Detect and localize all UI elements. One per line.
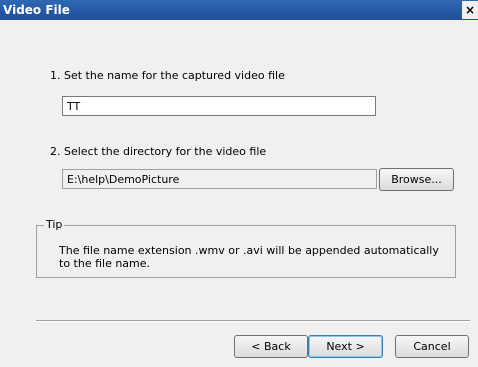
step1-label: 1. Set the name for the captured video f… — [50, 69, 285, 82]
tip-legend: Tip — [44, 218, 65, 231]
footer-separator — [36, 320, 470, 322]
back-button[interactable]: < Back — [234, 335, 308, 358]
video-name-input[interactable]: TT — [62, 96, 376, 116]
video-file-dialog: Video File × 1. Set the name for the cap… — [0, 0, 478, 367]
title-bar: Video File × — [0, 0, 478, 20]
close-icon[interactable]: × — [462, 1, 478, 19]
dialog-title: Video File — [3, 3, 70, 17]
cancel-button[interactable]: Cancel — [395, 335, 469, 358]
tip-text: The file name extension .wmv or .avi wil… — [59, 244, 439, 270]
browse-button[interactable]: Browse... — [379, 168, 454, 191]
next-button[interactable]: Next > — [308, 335, 383, 358]
directory-path-field: E:\help\DemoPicture — [62, 169, 377, 189]
step2-label: 2. Select the directory for the video fi… — [50, 145, 267, 158]
